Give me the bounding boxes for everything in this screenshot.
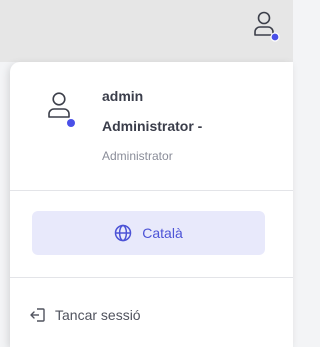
user-icon [48, 92, 75, 127]
user-dropdown-panel: admin Administrator - Administrator Cata… [10, 62, 293, 347]
user-info: admin Administrator - Administrator [10, 62, 293, 190]
online-status-dot [270, 32, 280, 42]
user-menu-button[interactable] [249, 8, 283, 42]
globe-icon [114, 224, 132, 242]
language-label: Català [142, 225, 183, 241]
language-button[interactable]: Català [32, 211, 265, 255]
logout-label: Tancar sessió [55, 307, 141, 323]
logout-button[interactable]: Tancar sessió [30, 304, 141, 326]
logout-icon [30, 307, 46, 323]
user-role-subtitle: Administrator [102, 149, 173, 163]
divider [10, 277, 293, 278]
divider [10, 190, 293, 191]
avatar [44, 90, 84, 130]
online-status-dot [67, 119, 75, 127]
user-role: Administrator - [102, 118, 203, 134]
user-icon [254, 11, 280, 42]
user-name: admin [102, 88, 144, 104]
top-bar [0, 0, 293, 62]
